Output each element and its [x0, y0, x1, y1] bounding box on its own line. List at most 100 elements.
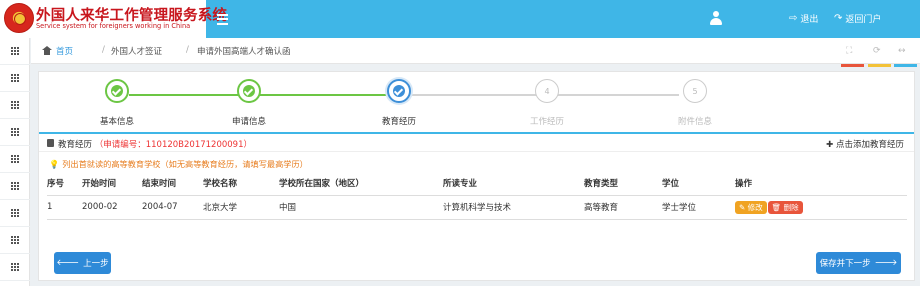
section-title-text: 教育经历 [58, 140, 93, 150]
education-tip: 💡 列出首就读的高等教育学校（如无高等教育经历，请填写最高学历） [49, 158, 308, 170]
add-education-link[interactable]: ✚ 点击添加教育经历 [826, 138, 904, 150]
sidebar-item-8[interactable] [0, 227, 30, 254]
main-panel: 4 5 基本信息 申请信息 教育经历 工作经历 附件信息 教育经历 （申请编号：… [38, 71, 915, 281]
column-header: 操作 [735, 172, 907, 196]
fullscreen-icon[interactable]: ⛶ [846, 46, 852, 56]
color-strip-blue [894, 64, 917, 67]
step-education [387, 79, 411, 103]
system-title-en: Service system for foreigners working in… [36, 22, 191, 30]
breadcrumb: 首页 / 外国人才签证 / 申请外国高端人才确认函 ⛶ ⟳ ↔ [31, 38, 920, 64]
step-label: 附件信息 [677, 117, 712, 127]
cell-country: 中国 [279, 195, 443, 220]
portal-link[interactable]: ↷ 返回门户 [834, 12, 881, 25]
step-application-info [237, 79, 261, 103]
table-header-row: 序号 开始时间 结束时间 学校名称 学校所在国家（地区） 所读专业 教育类型 学… [47, 172, 907, 196]
column-header: 结束时间 [142, 172, 203, 196]
section-title: 教育经历 （申请编号：110120B20171200091） [58, 138, 252, 150]
save-and-next-button[interactable]: 保存并下一步 🡒 [816, 252, 901, 274]
menu-toggle-button[interactable] [206, 0, 238, 38]
grid-icon [10, 47, 20, 55]
column-header: 所读专业 [443, 172, 584, 196]
education-section-header: 教育经历 （申请编号：110120B20171200091） ✚ 点击添加教育经… [39, 132, 914, 152]
step-label: 申请信息 [231, 117, 266, 127]
column-header: 学校名称 [203, 172, 279, 196]
breadcrumb-separator: / [102, 45, 105, 55]
step-basic-info [105, 79, 129, 103]
check-icon [243, 85, 255, 97]
previous-step-button[interactable]: 🡐 上一步 [54, 252, 111, 274]
logout-link[interactable]: ⇨ 退出 [789, 12, 818, 25]
sidebar-item-4[interactable] [0, 119, 30, 146]
cell-actions: ✎ 修改 🗑 删除 [735, 195, 907, 220]
logout-icon: ⇨ [789, 13, 798, 24]
list-icon [10, 101, 20, 109]
cell-school: 北京大学 [203, 195, 279, 220]
column-header: 开始时间 [82, 172, 142, 196]
step-work-history: 4 [535, 79, 559, 103]
cell-degree: 学士学位 [662, 195, 735, 220]
sidebar-item-1[interactable] [0, 38, 30, 65]
sidebar-item-5[interactable] [0, 146, 30, 173]
color-strip-red [841, 64, 864, 67]
sidebar-item-7[interactable] [0, 200, 30, 227]
sidebar-item-6[interactable] [0, 173, 30, 200]
breadcrumb-current: 申请外国高端人才确认函 [197, 47, 291, 57]
step-connector [259, 94, 389, 96]
sidebar-item-9[interactable] [0, 254, 30, 281]
edit-label: 修改 [747, 202, 763, 212]
edit-icon: ✎ [739, 202, 748, 212]
refresh-icon[interactable]: ⟳ [873, 46, 881, 56]
step-number: 4 [544, 86, 550, 96]
cell-end-date: 2004-07 [142, 195, 203, 220]
step-label: 教育经历 [381, 117, 416, 127]
step-attachments: 5 [683, 79, 707, 103]
expand-icon[interactable]: ↔ [898, 46, 906, 56]
national-emblem-logo [4, 3, 34, 33]
home-icon [42, 46, 52, 55]
portal-label: 返回门户 [845, 15, 882, 25]
save-and-next-label: 保存并下一步 [819, 259, 871, 269]
sidebar-item-2[interactable] [0, 65, 30, 92]
check-icon [111, 85, 123, 97]
check-icon [393, 85, 405, 97]
list-icon [10, 182, 20, 190]
plus-icon: ✚ [826, 140, 836, 150]
share-arrow-icon: ↷ [834, 13, 843, 24]
sidebar-item-3[interactable] [0, 92, 30, 119]
add-education-label: 点击添加教育经历 [835, 140, 904, 150]
column-header: 学校所在国家（地区） [279, 172, 443, 196]
breadcrumb-talent-visa[interactable]: 外国人才签证 [111, 45, 162, 57]
step-number: 5 [692, 86, 698, 96]
delete-label: 删除 [783, 202, 799, 212]
edit-button[interactable]: ✎ 修改 [735, 200, 767, 214]
column-header: 序号 [47, 172, 82, 196]
cell-education-type: 高等教育 [584, 195, 662, 220]
breadcrumb-separator: / [186, 45, 189, 55]
arrow-right-icon: 🡒 [874, 258, 898, 268]
previous-step-label: 上一步 [83, 259, 109, 269]
color-strip-yellow [868, 64, 891, 67]
brand-area: 外国人来华工作管理服务系统 Service system for foreign… [0, 0, 227, 38]
lightbulb-icon: 💡 [49, 159, 60, 169]
breadcrumb-home[interactable]: 首页 [56, 45, 73, 57]
sidebar [0, 38, 30, 286]
arrow-left-icon: 🡐 [56, 258, 80, 268]
cell-major: 计算机科学与技术 [443, 195, 584, 220]
table-row: 1 2000-02 2004-07 北京大学 中国 计算机科学与技术 高等教育 … [47, 195, 907, 220]
column-header: 教育类型 [584, 172, 662, 196]
list-icon [10, 155, 20, 163]
cell-start-date: 2000-02 [82, 195, 142, 220]
list-icon [10, 74, 20, 82]
list-icon [10, 209, 20, 217]
step-label: 基本信息 [99, 117, 134, 127]
book-icon [47, 139, 54, 147]
application-number: （申请编号：110120B20171200091） [94, 140, 252, 150]
step-label: 工作经历 [529, 117, 564, 127]
delete-button[interactable]: 🗑 删除 [767, 200, 803, 214]
top-header: 外国人来华工作管理服务系统 Service system for foreign… [0, 0, 920, 38]
list-icon [10, 263, 20, 271]
education-table: 序号 开始时间 结束时间 学校名称 学校所在国家（地区） 所读专业 教育类型 学… [47, 172, 907, 220]
trash-icon: 🗑 [771, 202, 784, 212]
logout-label: 退出 [800, 15, 819, 25]
user-icon[interactable] [710, 11, 722, 25]
